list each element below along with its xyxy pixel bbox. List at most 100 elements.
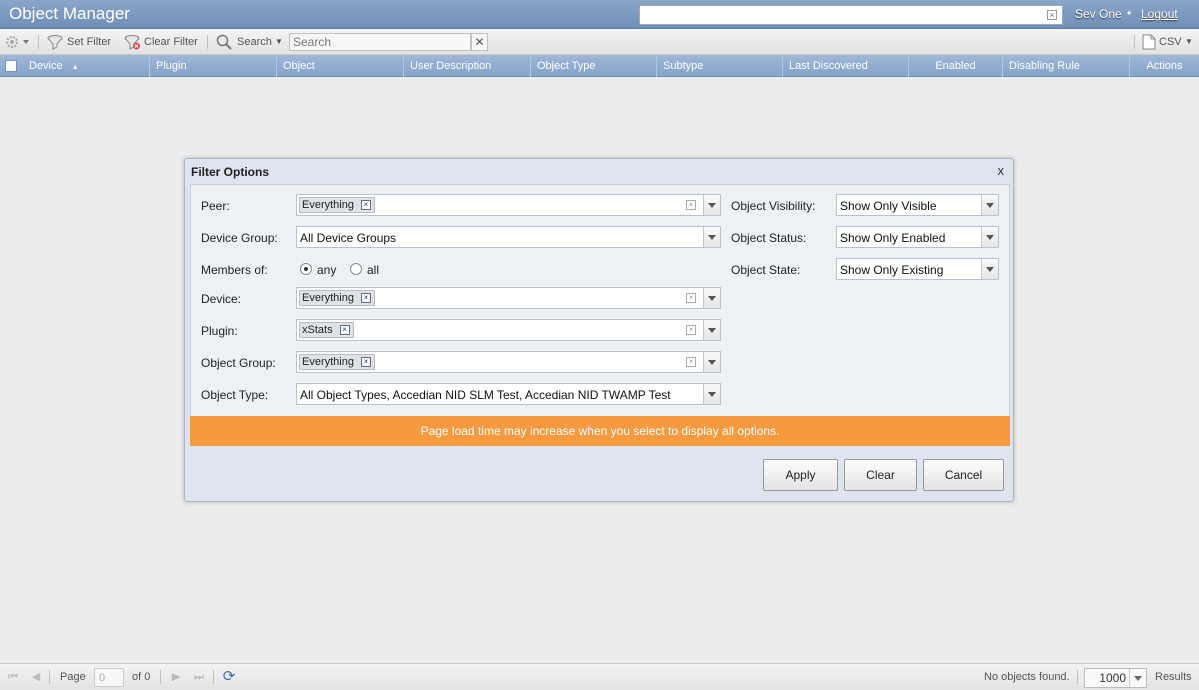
select-all-checkbox[interactable] — [5, 60, 17, 72]
object-state-select[interactable]: Show Only Existing — [836, 258, 999, 280]
clear-field-icon[interactable]: × — [686, 325, 696, 335]
warning-banner: Page load time may increase when you sel… — [190, 416, 1010, 446]
column-header-object-type[interactable]: Object Type — [531, 55, 657, 77]
close-icon[interactable]: x — [998, 163, 1005, 178]
title-bar: Object Manager × Sev One • Logout — [0, 0, 1199, 29]
global-search-input[interactable]: × — [639, 5, 1063, 25]
dropdown-trigger-icon[interactable] — [1129, 669, 1146, 687]
device-select[interactable]: Everything × × — [296, 287, 721, 309]
device-tag: Everything × — [299, 290, 375, 306]
clear-search-icon[interactable]: × — [1047, 10, 1057, 20]
column-header-last-discovered[interactable]: Last Discovered — [783, 55, 909, 77]
page-total: of 0 — [132, 671, 151, 683]
clear-filter-button[interactable]: Clear Filter — [124, 34, 200, 50]
clear-field-icon[interactable]: × — [686, 293, 696, 303]
object-visibility-label: Object Visibility: — [731, 199, 816, 213]
filter-options-dialog: Filter Options x Peer: Everything × × De… — [184, 158, 1014, 502]
dropdown-trigger-icon[interactable] — [703, 384, 720, 404]
column-header-disabling-rule[interactable]: Disabling Rule — [1003, 55, 1130, 77]
chevron-down-icon: ▼ — [275, 37, 283, 46]
dialog-body: Peer: Everything × × Device Group: All D… — [190, 184, 1010, 446]
search-menu-button[interactable]: Search ▼ — [216, 34, 284, 50]
clear-button[interactable]: Clear — [844, 459, 917, 491]
object-type-select[interactable]: All Object Types, Accedian NID SLM Test,… — [296, 383, 721, 405]
clear-filter-label: Clear Filter — [144, 36, 198, 48]
column-header-device[interactable]: Device ▲ — [23, 55, 150, 77]
plugin-tag: xStats × — [299, 322, 354, 338]
dropdown-trigger-icon[interactable] — [981, 195, 998, 215]
column-header-subtype[interactable]: Subtype — [657, 55, 783, 77]
peer-tag: Everything × — [299, 197, 375, 213]
csv-export-button[interactable]: CSV ▼ — [1142, 34, 1194, 50]
toolbar-divider — [1134, 35, 1135, 49]
object-visibility-value: Show Only Visible — [840, 199, 937, 213]
remove-tag-icon[interactable]: × — [339, 325, 350, 335]
column-header-object[interactable]: Object — [277, 55, 404, 77]
column-header-plugin[interactable]: Plugin — [150, 55, 277, 77]
dropdown-trigger-icon[interactable] — [703, 352, 720, 372]
members-all-label: all — [367, 263, 380, 277]
results-label: Results — [1155, 671, 1192, 683]
previous-page-icon[interactable]: ◀ — [30, 671, 42, 683]
gear-icon — [5, 35, 29, 49]
plugin-select[interactable]: xStats × × — [296, 319, 721, 341]
toolbar-divider — [1077, 670, 1078, 684]
remove-tag-icon[interactable]: × — [360, 293, 371, 303]
first-page-icon[interactable]: ⏮ — [7, 671, 19, 683]
document-icon — [1142, 34, 1156, 50]
peer-label: Peer: — [201, 199, 230, 213]
object-group-label: Object Group: — [201, 356, 276, 370]
dropdown-trigger-icon[interactable] — [703, 227, 720, 247]
dialog-title: Filter Options — [191, 165, 269, 179]
toolbar-search-input[interactable] — [289, 33, 471, 51]
page-label: Page — [60, 671, 86, 683]
object-visibility-select[interactable]: Show Only Visible — [836, 194, 999, 216]
remove-tag-icon[interactable]: × — [360, 200, 371, 210]
clear-search-icon[interactable]: ✕ — [471, 33, 488, 51]
toolbar-divider — [49, 670, 50, 684]
members-all-radio[interactable] — [350, 263, 362, 275]
page-number-input[interactable] — [94, 668, 124, 687]
object-group-tag: Everything × — [299, 354, 375, 370]
logout-link[interactable]: Logout — [1141, 7, 1178, 21]
set-filter-label: Set Filter — [67, 36, 112, 48]
refresh-icon[interactable]: ⟳ — [221, 669, 237, 685]
remove-tag-icon[interactable]: × — [360, 357, 371, 367]
object-status-label: Object Status: — [731, 231, 807, 245]
members-any-radio[interactable] — [300, 263, 312, 275]
device-group-select[interactable]: All Device Groups — [296, 226, 721, 248]
object-type-label: Object Type: — [201, 388, 269, 402]
clear-field-icon[interactable]: × — [686, 357, 696, 367]
column-header-actions[interactable]: Actions — [1130, 55, 1199, 77]
csv-label: CSV — [1159, 36, 1182, 48]
dropdown-trigger-icon[interactable] — [703, 288, 720, 308]
column-label: Device — [29, 60, 63, 72]
peer-select[interactable]: Everything × × — [296, 194, 721, 216]
column-header-user-description[interactable]: User Description — [404, 55, 531, 77]
dropdown-trigger-icon[interactable] — [981, 259, 998, 279]
dropdown-trigger-icon[interactable] — [981, 227, 998, 247]
object-group-select[interactable]: Everything × × — [296, 351, 721, 373]
object-state-value: Show Only Existing — [840, 263, 944, 277]
settings-menu-button[interactable] — [5, 34, 31, 50]
dropdown-trigger-icon[interactable] — [703, 195, 720, 215]
device-label: Device: — [201, 292, 242, 306]
toolbar-divider — [213, 670, 214, 684]
members-any-label: any — [317, 263, 337, 277]
object-status-select[interactable]: Show Only Enabled — [836, 226, 999, 248]
dropdown-trigger-icon[interactable] — [703, 320, 720, 340]
clear-field-icon[interactable]: × — [686, 200, 696, 210]
next-page-icon[interactable]: ▶ — [170, 671, 182, 683]
page-size-select[interactable]: 1000 — [1084, 668, 1147, 688]
tag-label: Everything — [302, 199, 354, 211]
last-page-icon[interactable]: ⏭ — [193, 671, 205, 683]
clear-filter-icon — [124, 35, 140, 50]
members-of-label: Members of: — [201, 263, 268, 277]
cancel-button[interactable]: Cancel — [923, 459, 1004, 491]
apply-button[interactable]: Apply — [763, 459, 838, 491]
page-size-value: 1000 — [1099, 671, 1126, 685]
device-group-value: All Device Groups — [300, 231, 397, 245]
filter-icon — [47, 35, 63, 50]
column-header-enabled[interactable]: Enabled — [909, 55, 1003, 77]
set-filter-button[interactable]: Set Filter — [47, 34, 113, 50]
